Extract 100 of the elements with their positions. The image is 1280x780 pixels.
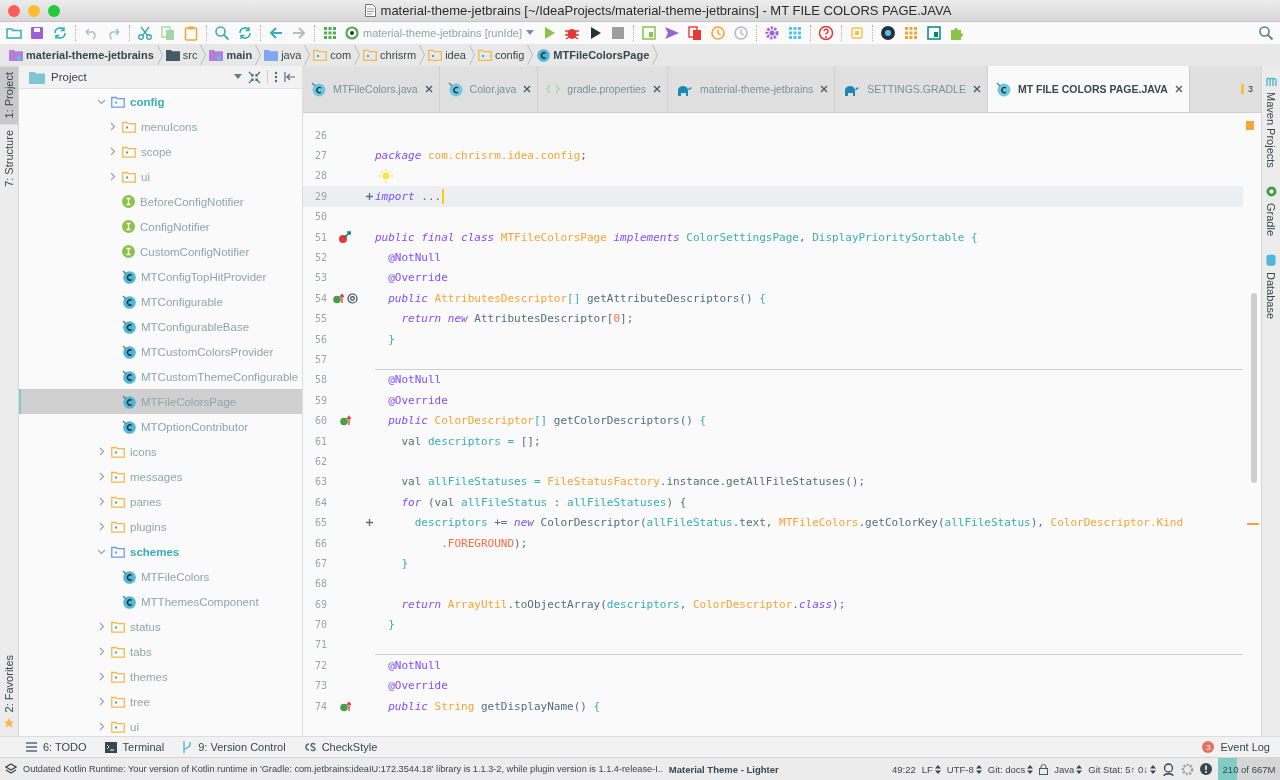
close-icon[interactable] [1174, 85, 1183, 93]
frame-icon[interactable] [640, 25, 657, 41]
hide-panel-icon[interactable] [284, 72, 296, 82]
send-icon[interactable] [663, 25, 680, 41]
save-icon[interactable] [29, 25, 45, 41]
forward-arrow-icon[interactable] [291, 25, 307, 41]
folder-icon[interactable] [6, 25, 22, 41]
tree-item[interactable]: tree [19, 689, 302, 714]
close-icon[interactable] [820, 85, 829, 93]
tree-item[interactable]: MTOptionContributor [19, 414, 302, 439]
undo-icon[interactable] [83, 25, 99, 41]
sync-icon[interactable] [52, 25, 68, 41]
line-separator-selector[interactable]: LF [921, 763, 941, 775]
editor-tab[interactable]: MTFileColors.java [303, 66, 440, 112]
tree-item[interactable]: MTCustomColorsProvider [19, 339, 302, 364]
tool-window-tab[interactable]: CheckStyle [303, 741, 378, 753]
close-icon[interactable] [523, 85, 532, 93]
grid-icon[interactable] [786, 25, 803, 41]
chevron-down-icon[interactable] [97, 97, 106, 106]
breadcrumb[interactable]: src [162, 49, 201, 61]
editor-tab[interactable]: Color.java [439, 66, 539, 112]
chevron-right-icon[interactable] [97, 622, 106, 631]
maximize-button[interactable] [48, 4, 60, 17]
caret-icon[interactable] [234, 74, 242, 80]
puzzle-icon[interactable] [948, 25, 965, 41]
tree-item[interactable]: plugins [19, 514, 302, 539]
expand-fold-icon[interactable] [365, 519, 373, 527]
blocks-icon[interactable] [902, 25, 919, 41]
editor-tab[interactable]: material-theme-jetbrains [668, 66, 836, 112]
breadcrumb[interactable]: chrisrm [360, 49, 420, 61]
search-icon[interactable] [1258, 25, 1274, 41]
tree-item[interactable]: ui [19, 164, 302, 189]
tree-item[interactable]: status [19, 614, 302, 639]
grid-icon[interactable] [322, 25, 338, 41]
tool-window-tab[interactable]: 7: Structure [0, 124, 18, 194]
layers-icon[interactable] [5, 763, 17, 775]
run-configuration-dropdown[interactable]: material-theme-jetbrains [runIde] [345, 26, 534, 40]
inspector-icon[interactable] [1162, 762, 1175, 776]
tree-item[interactable]: MTConfigurable [19, 289, 302, 314]
tool-window-tab[interactable]: Maven Projects [1262, 90, 1280, 182]
collapse-all-icon[interactable] [248, 70, 261, 84]
help-icon[interactable] [817, 25, 834, 41]
chevron-right-icon[interactable] [97, 522, 106, 531]
tree-item[interactable]: tabs [19, 639, 302, 664]
tree-item[interactable]: panes [19, 489, 302, 514]
frame-icon[interactable] [925, 25, 942, 41]
close-button[interactable] [8, 4, 20, 17]
breadcrumb[interactable]: idea [425, 49, 469, 61]
search-icon[interactable] [214, 25, 230, 41]
tool-window-tab[interactable]: Terminal [104, 741, 165, 753]
settings-icon[interactable] [1181, 762, 1194, 776]
event-log-tab[interactable]: 3 Event Log [1202, 741, 1270, 753]
tree-item[interactable]: scope [19, 139, 302, 164]
tree-item[interactable]: config [19, 89, 302, 114]
tool-window-tab[interactable]: 2: Favorites [0, 648, 18, 718]
tree-item[interactable]: messages [19, 464, 302, 489]
chevron-right-icon[interactable] [97, 447, 106, 456]
tree-item[interactable]: MTFileColors [19, 564, 302, 589]
chevron-right-icon[interactable] [97, 697, 106, 706]
tree-item[interactable]: icons [19, 439, 302, 464]
tool-window-tab[interactable]: 6: TODO [26, 741, 87, 753]
warning-icon[interactable] [1200, 763, 1212, 775]
annotation-icon[interactable] [346, 292, 358, 304]
chevron-right-icon[interactable] [97, 497, 106, 506]
lock-icon[interactable] [1039, 763, 1049, 775]
expand-fold-icon[interactable] [365, 192, 373, 200]
chevron-right-icon[interactable] [97, 647, 106, 656]
panel-title[interactable]: Project [51, 71, 228, 83]
tree-item[interactable]: BeforeConfigNotifier [19, 189, 302, 214]
breadcrumb[interactable]: material-theme-jetbrains [6, 49, 157, 61]
tree-item[interactable]: MTConfigurableBase [19, 314, 302, 339]
tool-window-tab[interactable]: Gradle [1262, 200, 1280, 250]
split-icon[interactable] [686, 25, 703, 41]
breadcrumb[interactable]: main [206, 49, 256, 61]
chevron-right-icon[interactable] [108, 147, 117, 156]
implemented-icon[interactable] [338, 230, 352, 245]
tree-item[interactable]: menuIcons [19, 114, 302, 139]
editor-tab[interactable]: MT FILE COLORS PAGE.JAVA [987, 66, 1190, 112]
overrides-icon[interactable] [332, 292, 344, 304]
scrollbar-thumb[interactable] [1251, 293, 1257, 483]
breadcrumb[interactable]: MTFileColorsPage [533, 48, 653, 62]
editor-tab[interactable]: SETTINGS.GRADLE [835, 66, 988, 112]
status-message[interactable]: Outdated Kotlin Runtime: Your version of Kotlin runtime in 'Gradle: com.jetbrains:ideaIU:172.3544.18' library is 1.1.3-2, while plugin version is 1.1.4-release-I.. [23, 764, 663, 774]
encoding-selector[interactable]: UTF-8 [946, 763, 982, 775]
overrides-icon[interactable] [339, 700, 351, 712]
tree-item[interactable]: MTThemesComponent [19, 589, 302, 614]
chevron-right-icon[interactable] [97, 672, 106, 681]
tree-item[interactable]: MTFileColorsPage [19, 389, 302, 414]
disc-icon[interactable] [879, 25, 896, 41]
chevron-down-icon[interactable] [97, 547, 106, 556]
breadcrumb[interactable]: java [261, 49, 305, 61]
chevron-right-icon[interactable] [108, 172, 117, 181]
copy-icon[interactable] [160, 25, 176, 41]
overrides-icon[interactable] [339, 415, 351, 427]
breadcrumb[interactable]: config [474, 49, 528, 61]
cut-icon[interactable] [137, 25, 153, 41]
history-icon[interactable] [732, 25, 749, 41]
cursor-position[interactable]: 49:22 [891, 763, 916, 775]
close-icon[interactable] [653, 85, 662, 93]
chevron-right-icon[interactable] [97, 472, 106, 481]
